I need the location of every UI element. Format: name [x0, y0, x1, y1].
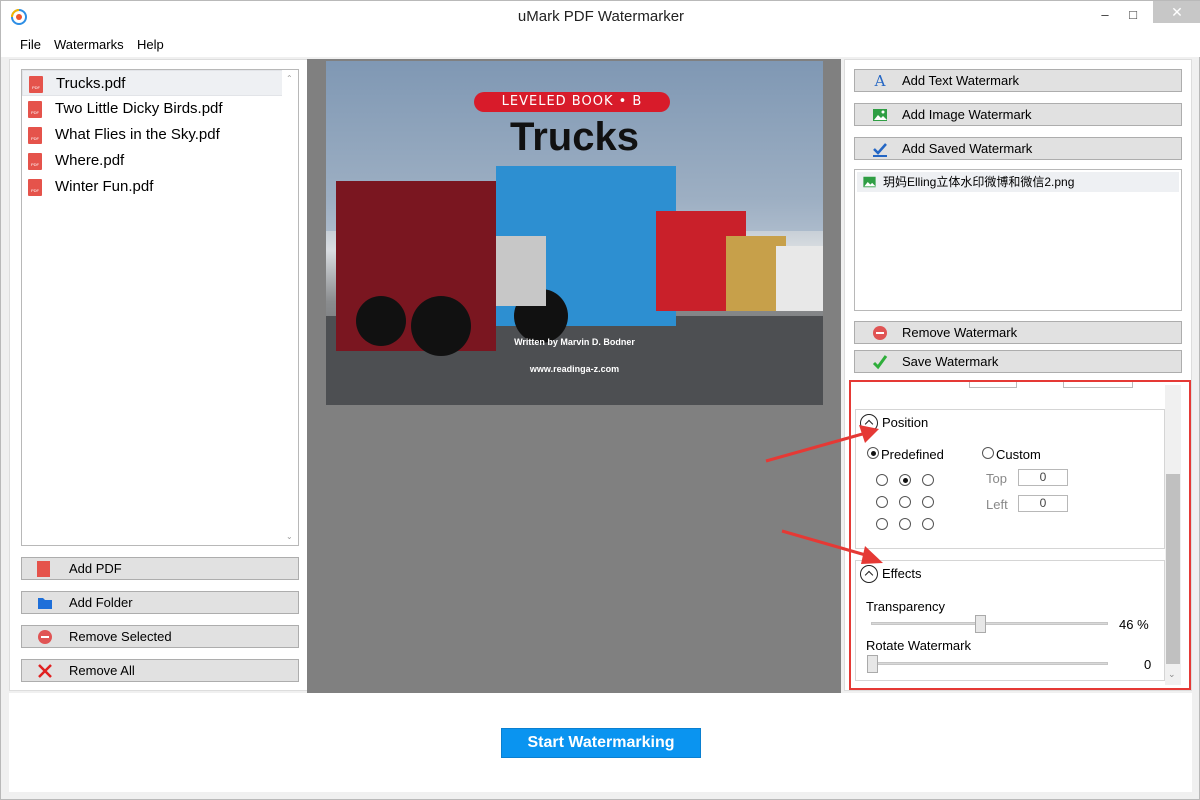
highlight-frame — [849, 380, 1191, 690]
image-icon — [873, 109, 887, 121]
title-bar: uMark PDF Watermarker – □ ✕ — [1, 1, 1200, 33]
menu-bar: File Watermarks Help — [1, 33, 1200, 57]
saved-check-icon — [873, 143, 887, 157]
image-icon — [863, 176, 876, 188]
annotation-arrow-icon — [781, 529, 883, 564]
annotation-arrow-icon — [765, 425, 879, 463]
trucks-illustration — [326, 61, 823, 405]
app-window: uMark PDF Watermarker – □ ✕ File Waterma… — [0, 0, 1200, 800]
green-check-icon — [872, 355, 888, 370]
pdf-file-icon — [28, 127, 42, 144]
menu-watermarks[interactable]: Watermarks — [54, 37, 124, 52]
save-watermark-button[interactable]: Save Watermark — [854, 350, 1182, 373]
add-pdf-button[interactable]: Add PDF — [21, 557, 299, 580]
watermark-list[interactable]: 玥妈Elling立体水印微博和微信2.png — [854, 169, 1182, 311]
minus-circle-icon — [873, 326, 887, 340]
add-saved-watermark-button[interactable]: Add Saved Watermark — [854, 137, 1182, 160]
file-item[interactable]: Trucks.pdf — [22, 70, 298, 96]
pdf-file-icon — [28, 101, 42, 118]
book-title: Trucks — [510, 115, 639, 159]
menu-help[interactable]: Help — [137, 37, 164, 52]
book-url: www.readinga-z.com — [529, 364, 620, 374]
file-item[interactable]: Winter Fun.pdf — [22, 174, 298, 200]
remove-selected-button[interactable]: Remove Selected — [21, 625, 299, 648]
file-item[interactable]: Where.pdf — [22, 148, 298, 174]
leveled-book-banner: LEVELED BOOK • B — [474, 92, 670, 112]
pdf-file-icon — [28, 153, 42, 170]
text-a-icon: A — [874, 72, 886, 90]
minimize-button[interactable]: – — [1094, 5, 1116, 25]
watermark-item[interactable]: 玥妈Elling立体水印微博和微信2.png — [857, 172, 1179, 192]
minus-circle-icon — [38, 630, 52, 644]
start-watermarking-button[interactable]: Start Watermarking — [501, 728, 701, 758]
pdf-file-icon — [29, 76, 43, 93]
pdf-preview[interactable]: LEVELED BOOK • B Trucks Written by Marvi… — [307, 59, 841, 693]
folder-icon — [38, 598, 52, 609]
red-x-icon — [38, 664, 52, 678]
file-list-scrollbar[interactable]: ⌃ ⌄ — [282, 70, 298, 545]
file-list[interactable]: Trucks.pdf Two Little Dicky Birds.pdf Wh… — [21, 69, 299, 546]
maximize-button[interactable]: □ — [1122, 5, 1144, 25]
close-button[interactable]: ✕ — [1153, 1, 1200, 23]
file-item[interactable]: Two Little Dicky Birds.pdf — [22, 96, 298, 122]
book-author: Written by Marvin D. Bodner — [514, 337, 635, 347]
page-preview-image: LEVELED BOOK • B Trucks Written by Marvi… — [326, 61, 823, 405]
pdf-file-icon — [37, 561, 50, 577]
pdf-file-icon — [28, 179, 42, 196]
remove-all-button[interactable]: Remove All — [21, 659, 299, 682]
window-title: uMark PDF Watermarker — [517, 8, 685, 25]
file-item[interactable]: What Flies in the Sky.pdf — [22, 122, 298, 148]
remove-watermark-button[interactable]: Remove Watermark — [854, 321, 1182, 344]
scroll-up-icon[interactable]: ⌃ — [286, 74, 293, 83]
menu-file[interactable]: File — [20, 37, 41, 52]
scroll-down-icon[interactable]: ⌄ — [286, 532, 293, 541]
add-image-watermark-button[interactable]: Add Image Watermark — [854, 103, 1182, 126]
file-panel: Trucks.pdf Two Little Dicky Birds.pdf Wh… — [9, 59, 309, 691]
add-folder-button[interactable]: Add Folder — [21, 591, 299, 614]
add-text-watermark-button[interactable]: A Add Text Watermark — [854, 69, 1182, 92]
